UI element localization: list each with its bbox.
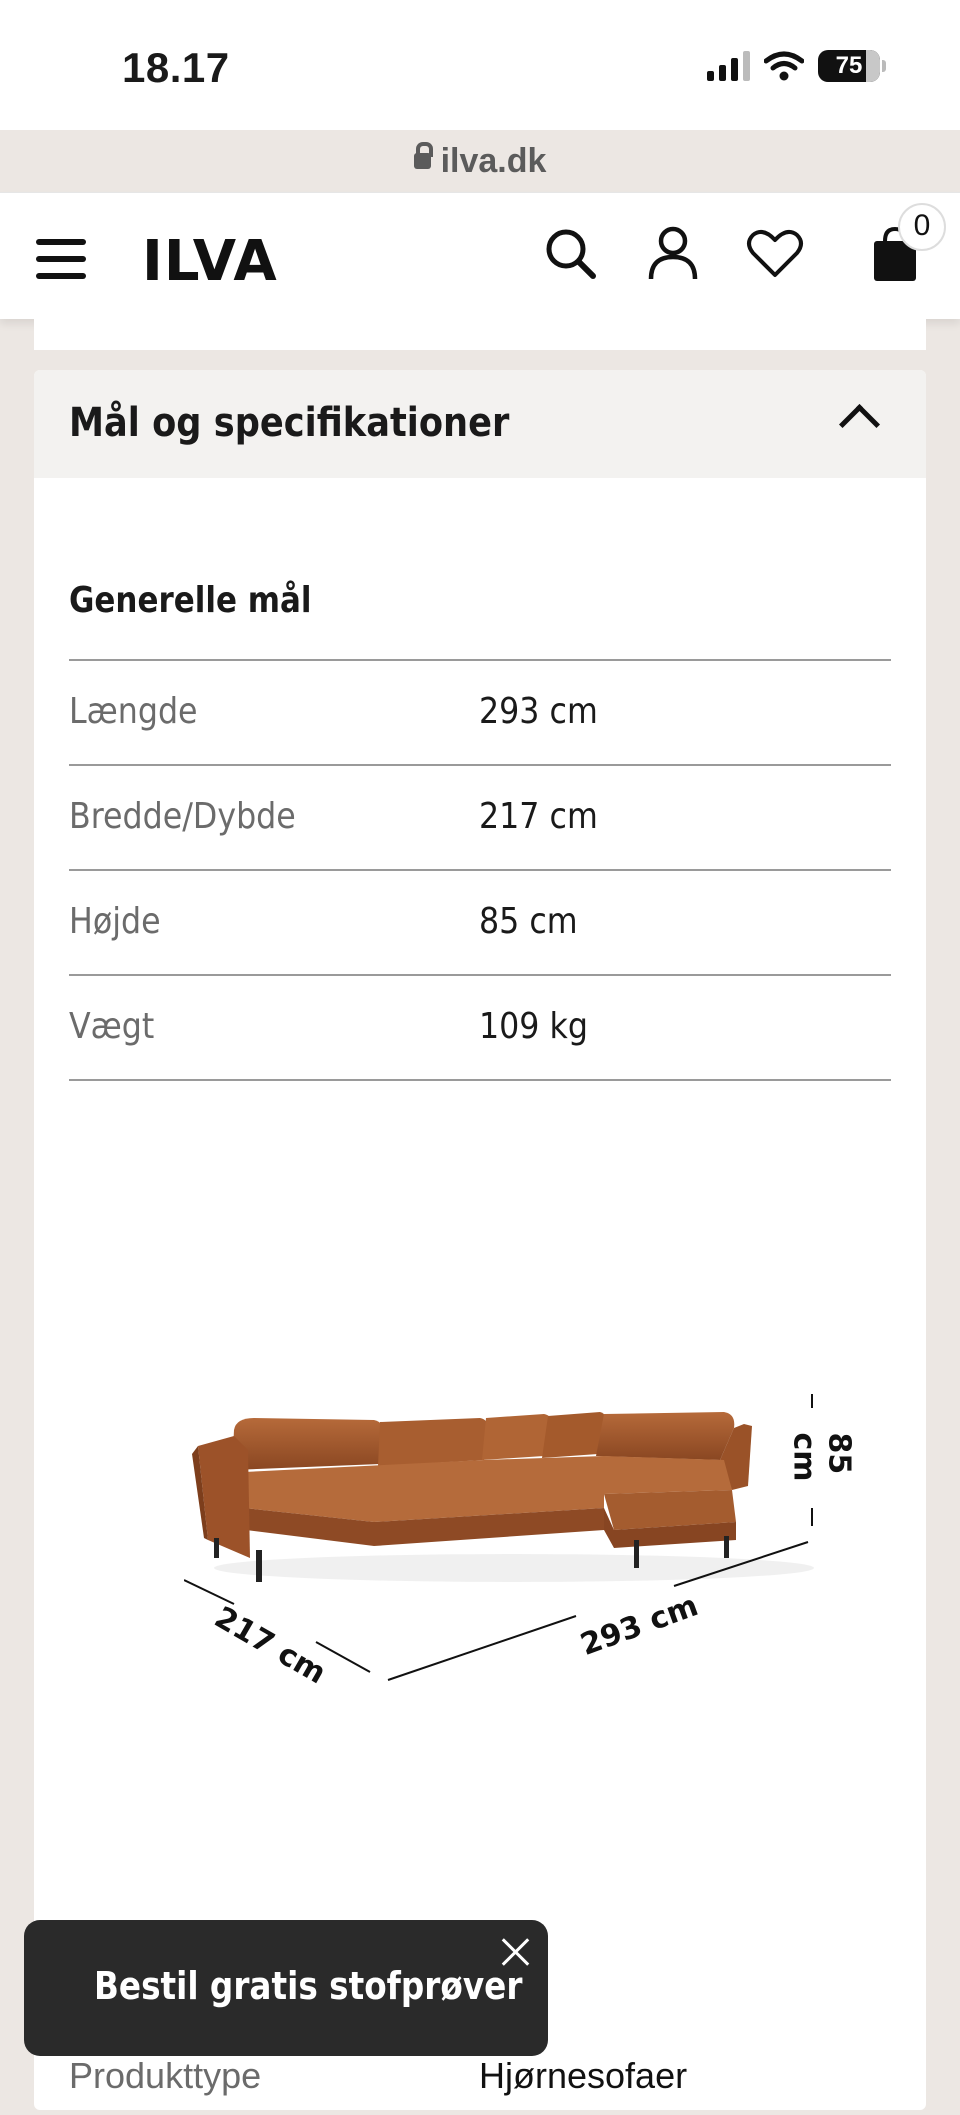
spec-table: Længde 293 cm Bredde/Dybde 217 cm Højde …	[69, 659, 891, 1081]
table-row: Længde 293 cm	[69, 661, 891, 766]
battery-level: 75	[835, 52, 863, 79]
url-text: ilva.dk	[440, 142, 547, 180]
specifications-card: Mål og specifikationer Generelle mål Læn…	[34, 370, 926, 2110]
spec-label: Produkttype	[69, 2055, 262, 2096]
account-icon[interactable]	[643, 223, 703, 283]
spec-value: Hjørnesofaer	[479, 2055, 688, 2096]
sofa-dimension-diagram: 85 cm 217 cm 293 cm	[183, 1390, 864, 1730]
wishlist-heart-icon[interactable]	[745, 223, 805, 283]
cellular-signal-icon	[707, 51, 750, 81]
accordion-title: Mål og specifikationer	[69, 400, 510, 446]
address-bar[interactable]: ilva.dk	[0, 142, 960, 181]
table-row: Højde 85 cm	[69, 871, 891, 976]
table-row: Bredde/Dybde 217 cm	[69, 766, 891, 871]
general-dimensions-title: Generelle mål	[69, 580, 312, 621]
table-row: Vægt 109 kg	[69, 976, 891, 1081]
site-header: ILVA 0	[0, 192, 960, 319]
spec-label: Bredde/Dybde	[69, 796, 296, 837]
wifi-icon	[764, 51, 804, 81]
search-icon[interactable]	[540, 223, 600, 283]
spec-value: 293 cm	[479, 691, 598, 732]
menu-icon[interactable]	[36, 239, 86, 279]
status-time: 18.17	[122, 44, 230, 91]
free-samples-toast[interactable]: Bestil gratis stofprøver	[24, 1920, 548, 2056]
cart-count-badge: 0	[898, 203, 946, 251]
spec-value: 85 cm	[479, 901, 578, 942]
spec-label: Længde	[69, 691, 198, 732]
battery-icon: 75	[818, 50, 886, 82]
status-icons: 75	[707, 50, 886, 82]
accordion-header[interactable]: Mål og specifikationer	[34, 370, 926, 478]
corner-sofa-image	[183, 1394, 814, 1681]
toast-label: Bestil gratis stofprøver	[94, 1964, 523, 2008]
spec-label: Vægt	[69, 1006, 155, 1047]
spec-label: Højde	[69, 901, 161, 942]
lock-icon	[413, 142, 433, 170]
status-bar: 18.17 75 ilva.dk	[0, 0, 960, 180]
table-row: Produkttype Hjørnesofaer	[69, 2055, 891, 2115]
ilva-logo[interactable]: ILVA	[142, 229, 278, 294]
height-dimension-label: 85 cm	[786, 1432, 857, 1482]
close-icon[interactable]	[496, 1932, 536, 1972]
chevron-up-icon[interactable]	[838, 403, 881, 446]
spec-value: 109 kg	[479, 1006, 588, 1047]
spec-value: 217 cm	[479, 796, 598, 837]
previous-section-bottom	[34, 318, 926, 350]
